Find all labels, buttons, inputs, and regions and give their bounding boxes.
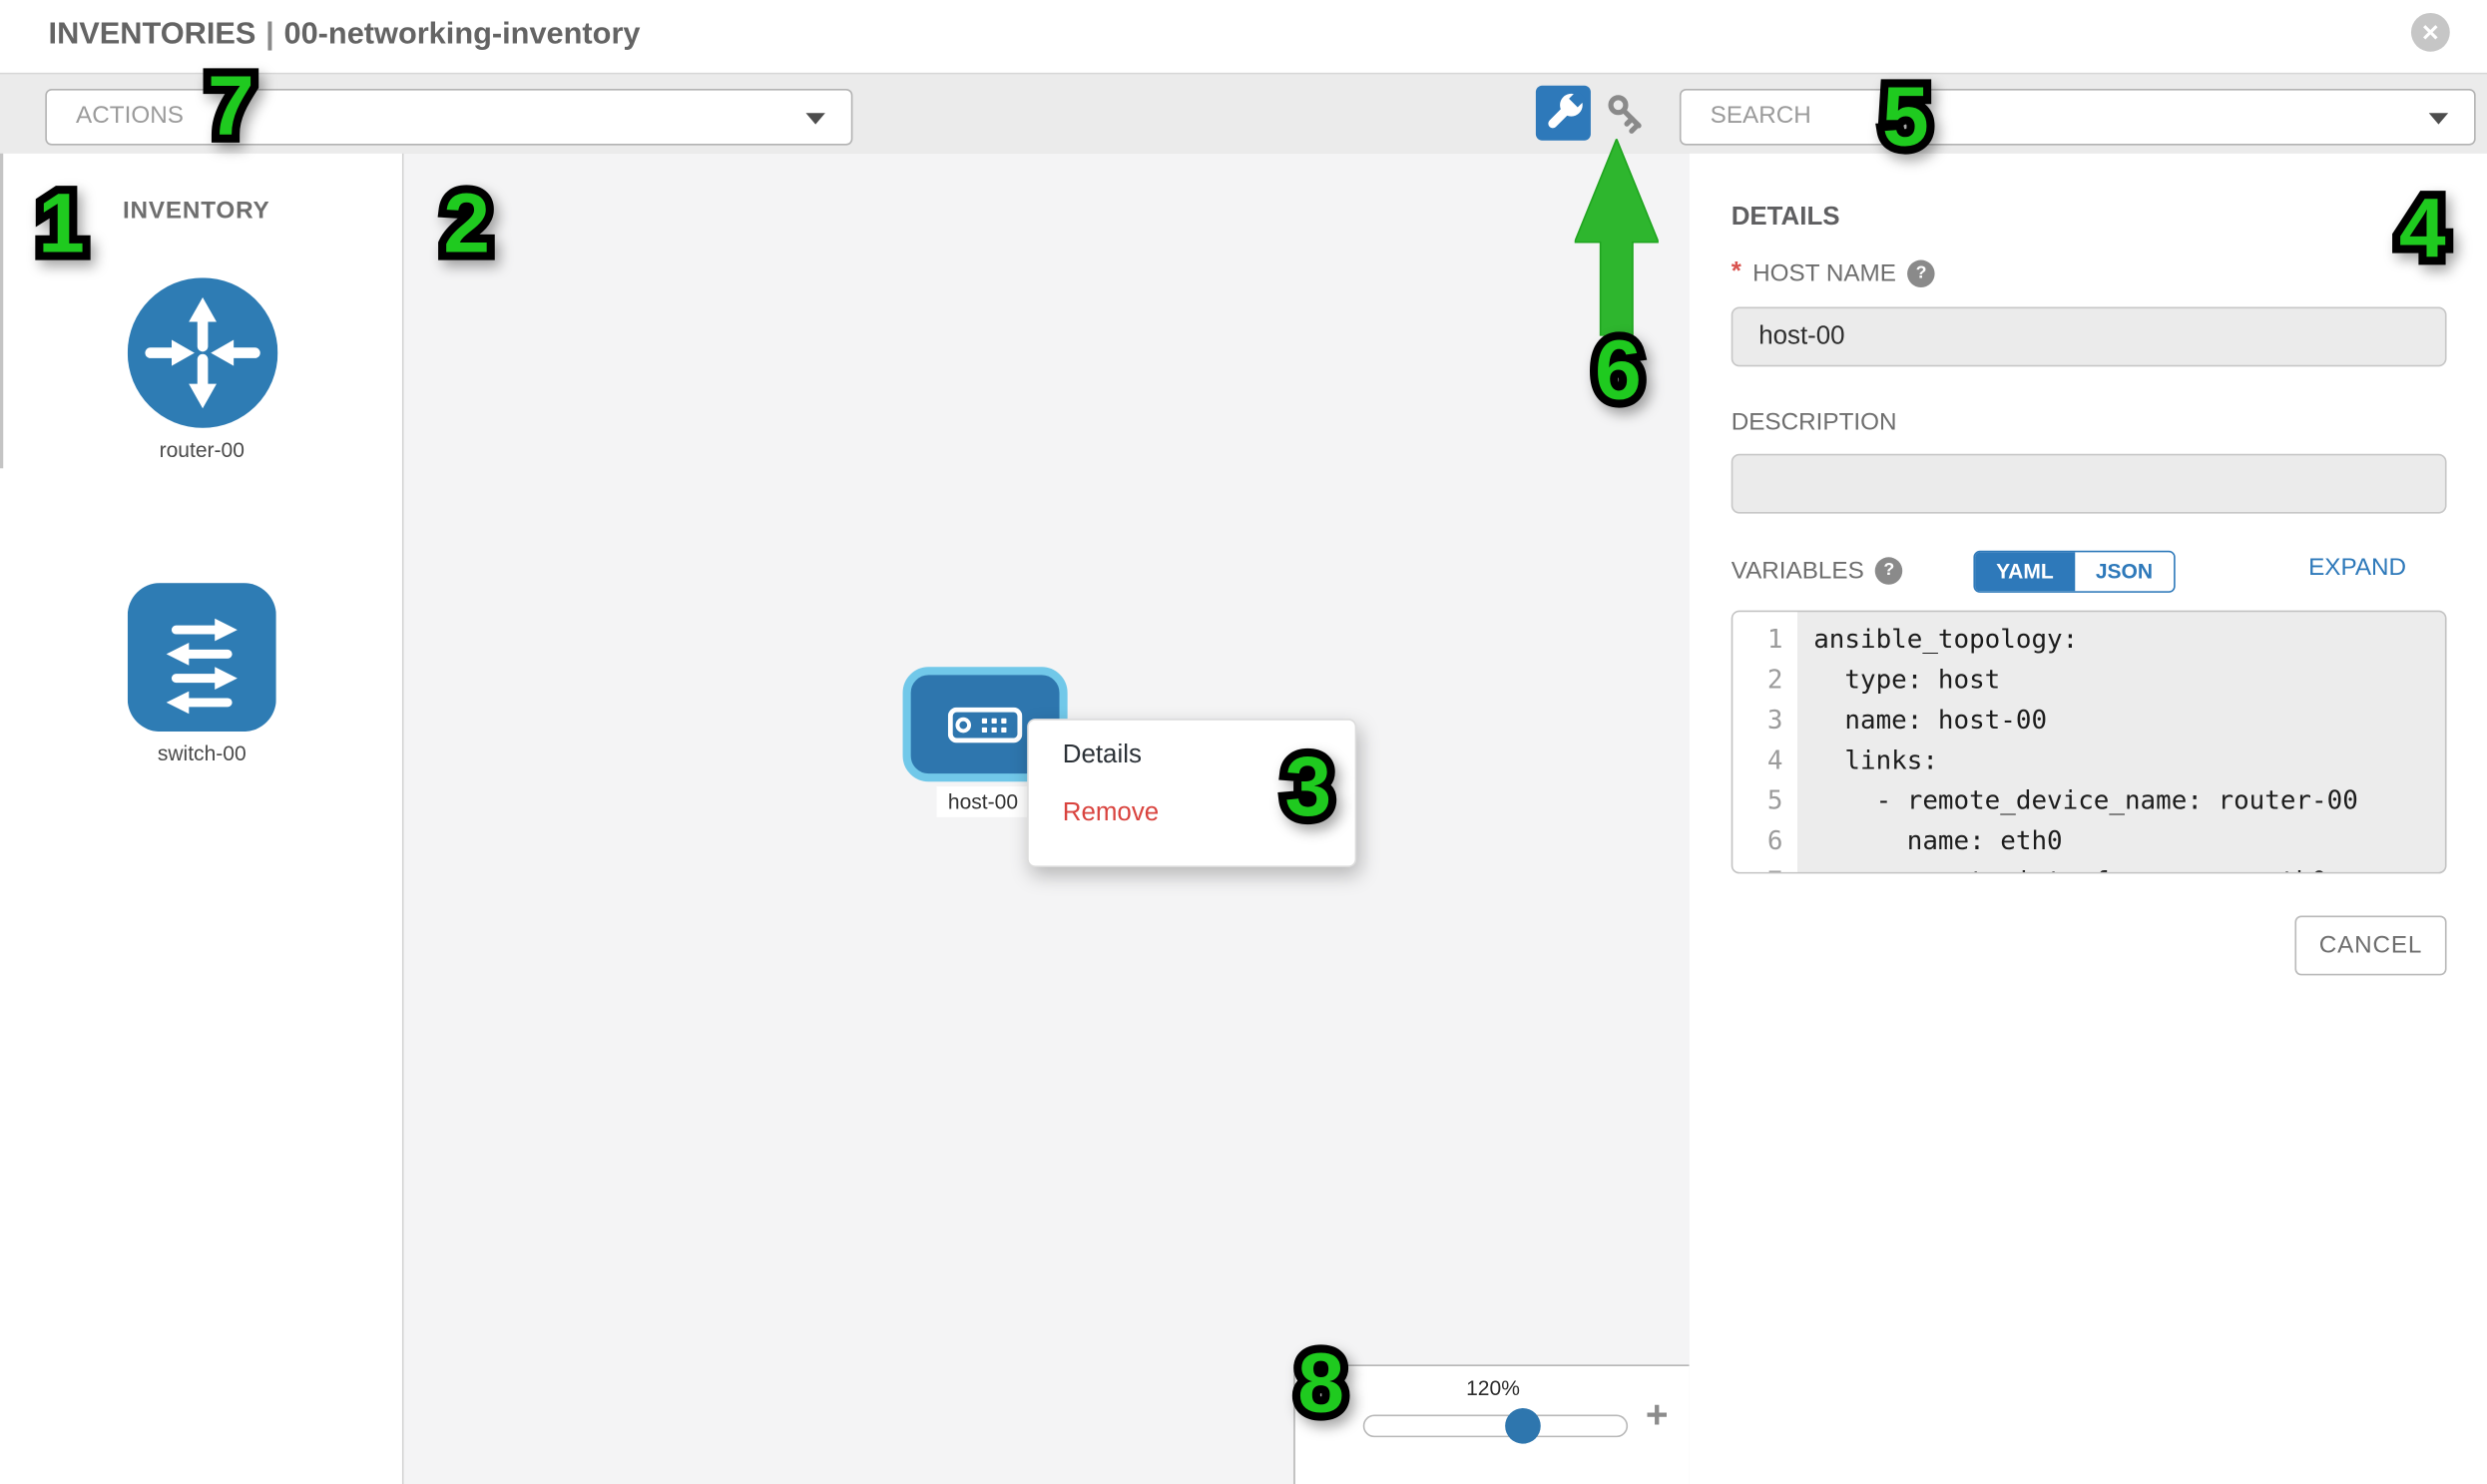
inventory-sidebar: INVENTORY router-00: [0, 154, 404, 1484]
context-menu-details[interactable]: Details: [1063, 742, 1142, 770]
zoom-slider-handle[interactable]: [1505, 1408, 1541, 1444]
line-number: 5: [1733, 780, 1797, 820]
editor-line: 5 - remote_device_name: router-00: [1733, 780, 2445, 820]
breadcrumb-section: INVENTORIES: [49, 18, 256, 52]
line-number: 1: [1733, 619, 1797, 659]
palette-item-label: switch-00: [0, 742, 404, 765]
variables-code-editor[interactable]: 1ansible_topology: 2 type: host 3 name: …: [1732, 611, 2447, 874]
host-name-input[interactable]: [1732, 306, 2447, 366]
toggle-yaml[interactable]: YAML: [1975, 552, 2075, 591]
line-number: 7: [1733, 860, 1797, 873]
help-icon[interactable]: ?: [1907, 259, 1935, 287]
breadcrumb-item: 00-networking-inventory: [283, 18, 640, 52]
code-text: name: eth0: [1797, 820, 2063, 860]
editor-line: 4 links:: [1733, 740, 2445, 779]
code-text: - remote_device_name: router-00: [1797, 780, 2358, 820]
palette-item-router[interactable]: router-00: [0, 277, 404, 461]
description-field-row: DESCRIPTION: [1732, 408, 1897, 436]
app-header: INVENTORIES|00-networking-inventory ✕: [0, 0, 2487, 74]
key-button[interactable]: [1604, 91, 1649, 136]
editor-lines: 1ansible_topology: 2 type: host 3 name: …: [1733, 619, 2445, 874]
zoom-out-button[interactable]: −: [1316, 1393, 1339, 1438]
context-menu-remove[interactable]: Remove: [1063, 799, 1159, 828]
search-dropdown-placeholder: SEARCH: [1711, 102, 1811, 130]
editor-line: 2 type: host: [1733, 659, 2445, 699]
code-text: remote_interface_name: eth0: [1797, 860, 2327, 873]
host-server-icon: [948, 707, 1022, 742]
editor-line: 6 name: eth0: [1733, 820, 2445, 860]
toolbar: ACTIONS SEARCH: [0, 74, 2487, 155]
host-name-label: HOST NAME: [1752, 259, 1896, 287]
expand-link[interactable]: EXPAND: [2308, 554, 2406, 582]
zoom-control-panel: 120% − +: [1293, 1364, 1689, 1484]
switch-icon: [128, 583, 276, 732]
page-title: INVENTORIES|00-networking-inventory: [49, 18, 641, 54]
line-number: 3: [1733, 700, 1797, 740]
breadcrumb-separator: |: [255, 18, 283, 52]
description-label: DESCRIPTION: [1732, 408, 1897, 436]
details-heading: DETAILS: [1732, 204, 1840, 233]
topology-canvas[interactable]: host-00 Details Remove 120% − +: [404, 154, 1692, 1484]
code-text: links:: [1797, 740, 1938, 779]
editor-line: 1ansible_topology:: [1733, 619, 2445, 659]
description-input[interactable]: [1732, 454, 2447, 514]
wrench-icon: [1536, 86, 1591, 141]
router-icon: [127, 277, 276, 427]
key-icon: [1604, 91, 1649, 136]
actions-dropdown-placeholder: ACTIONS: [76, 102, 184, 130]
sidebar-heading: INVENTORY: [123, 197, 270, 225]
zoom-in-button[interactable]: +: [1646, 1393, 1669, 1438]
toggle-json[interactable]: JSON: [2075, 552, 2174, 591]
variables-label: VARIABLES: [1732, 557, 1864, 585]
line-number: 2: [1733, 659, 1797, 699]
editor-line: 3 name: host-00: [1733, 700, 2445, 740]
node-context-menu: Details Remove: [1027, 719, 1356, 867]
format-toggle: YAML JSON: [1973, 551, 2175, 593]
help-icon[interactable]: ?: [1875, 557, 1903, 585]
code-text: type: host: [1797, 659, 2000, 699]
line-number: 6: [1733, 820, 1797, 860]
palette-item-switch[interactable]: switch-00: [0, 583, 404, 765]
palette-item-label: router-00: [0, 438, 404, 462]
variables-row: VARIABLES ? YAML JSON EXPAND: [1732, 557, 2447, 585]
zoom-level-value: 120%: [1295, 1376, 1691, 1400]
host-node-label: host-00: [937, 786, 1030, 817]
host-name-field-row: * HOST NAME ?: [1732, 258, 1935, 287]
inventory-topology-screen: INVENTORIES|00-networking-inventory ✕ AC…: [0, 0, 2487, 1484]
tools-button[interactable]: [1536, 86, 1591, 141]
editor-line: 7 remote_interface_name: eth0: [1733, 860, 2445, 873]
code-text: ansible_topology:: [1797, 619, 2078, 659]
zoom-slider-track[interactable]: [1363, 1415, 1628, 1438]
chevron-down-icon: [805, 113, 824, 124]
chevron-down-icon: [2429, 113, 2448, 124]
actions-dropdown[interactable]: ACTIONS: [45, 89, 852, 146]
required-marker: *: [1732, 258, 1741, 287]
cancel-button[interactable]: CANCEL: [2294, 916, 2446, 976]
details-panel: DETAILS * HOST NAME ? DESCRIPTION VARIAB…: [1690, 154, 2487, 1484]
search-dropdown[interactable]: SEARCH: [1680, 89, 2476, 146]
code-text: name: host-00: [1797, 700, 2047, 740]
close-icon[interactable]: ✕: [2411, 13, 2450, 52]
line-number: 4: [1733, 740, 1797, 779]
